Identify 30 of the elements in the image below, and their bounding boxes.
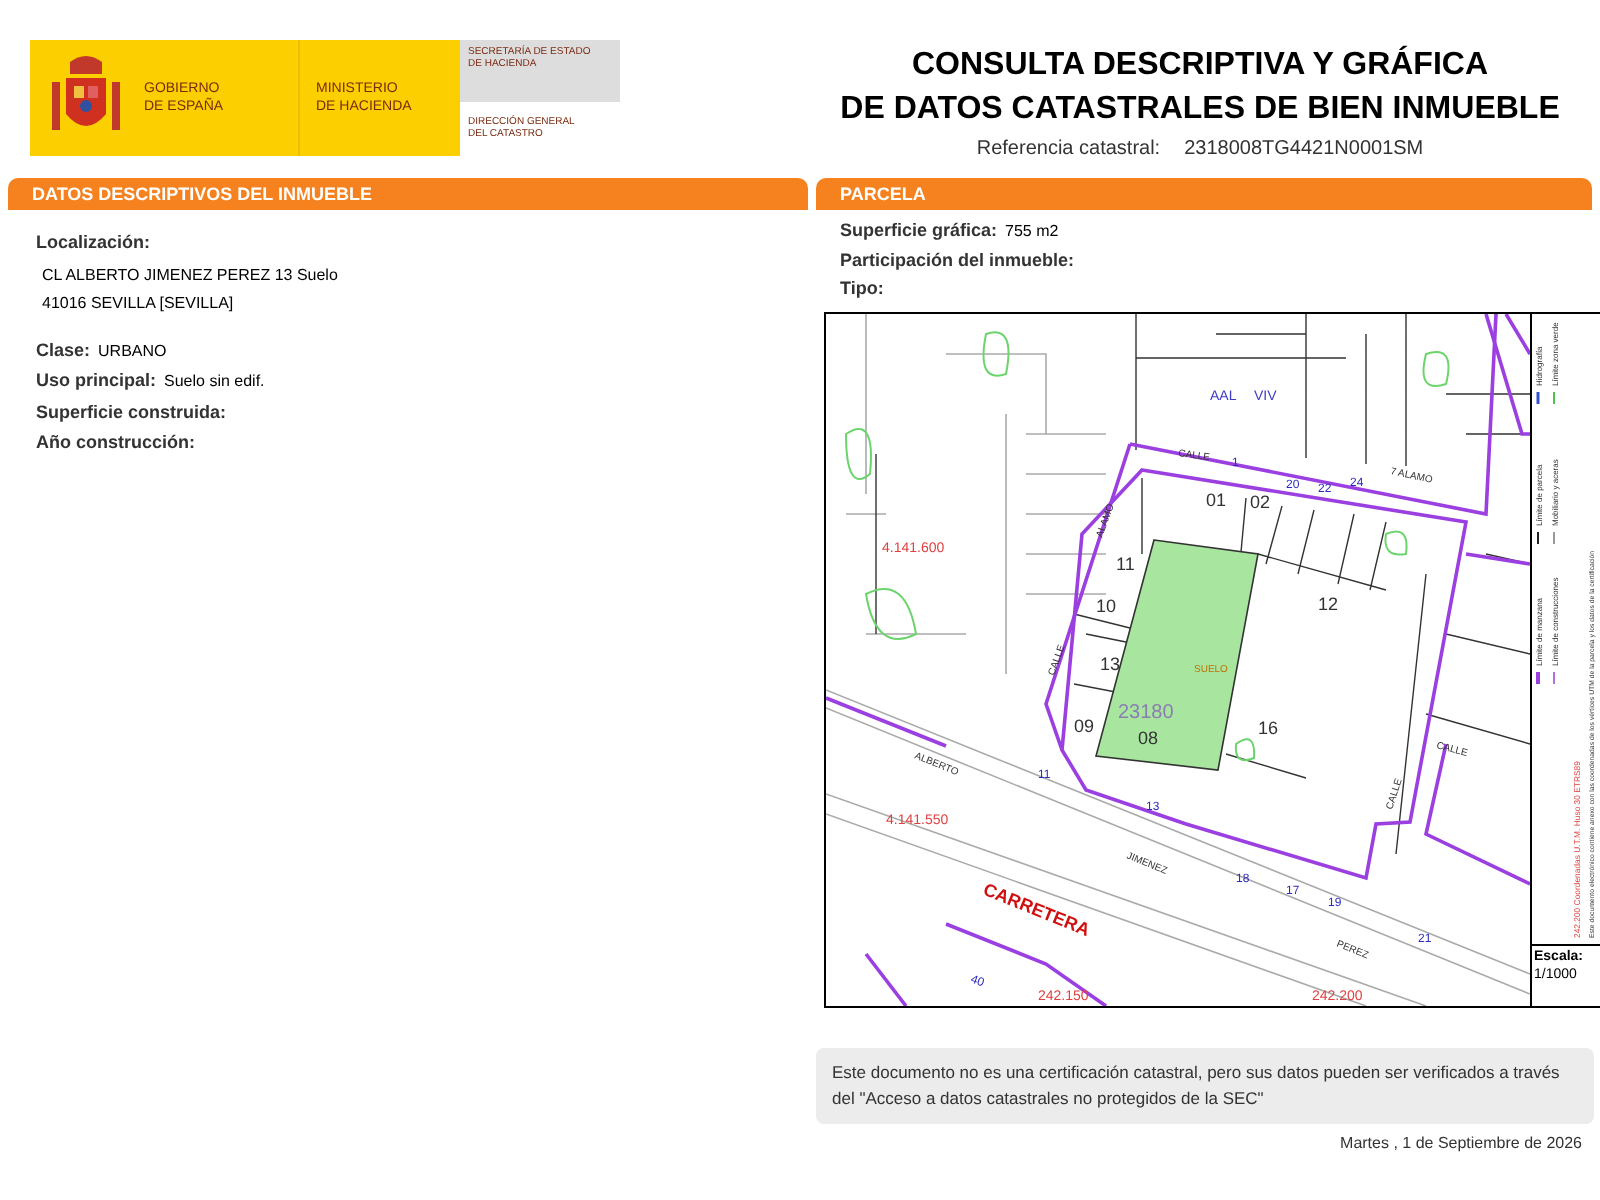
field-value: Suelo sin edif. — [164, 370, 265, 394]
field-label: Año construcción: — [36, 430, 196, 456]
notice-box: Este documento no es una certificación catastral, pero sus datos pueden ser verificados a través del "Acceso a datos catastrales no protegidos de la SEC" — [816, 1048, 1594, 1124]
field-label: Tipo: — [840, 276, 884, 302]
map-label: 09 — [1074, 715, 1095, 735]
reference-label: Referencia catastral: — [976, 136, 1161, 164]
map-label: 11 — [1116, 553, 1135, 573]
address-text: CL ALBERTO JIMENEZ PEREZ 13 Suelo 41016 SEVILLA [SEVILLA] — [40, 263, 340, 316]
map-label: 02 — [1250, 491, 1271, 511]
field-value: 755 m2 — [1005, 220, 1059, 244]
field-value: URBANO — [98, 339, 167, 363]
map-label: 12 — [1318, 593, 1339, 613]
field-label: Localización: — [36, 230, 153, 256]
map-label: 23180 — [1118, 701, 1174, 723]
map-label: 08 — [1138, 727, 1159, 747]
map-label: 16 — [1258, 717, 1279, 737]
map-label: 01 — [1206, 489, 1227, 509]
date-text: Martes , 1 de Septiembre de 2026 — [1338, 1132, 1584, 1156]
section-header: DATOS DESCRIPTIVOS DEL INMUEBLE — [8, 178, 808, 210]
section-header: PARCELA — [816, 178, 1592, 210]
block-boundary-line — [826, 695, 947, 747]
field-label: Clase: — [36, 337, 91, 363]
field-label: Superficie construida: — [36, 399, 227, 426]
reference-value: 2318008TG4421N0001SM — [1184, 136, 1424, 164]
map-label: 13 — [1100, 653, 1121, 673]
field-label: Superficie gráfica: — [840, 218, 998, 244]
field-label: Uso principal: — [36, 368, 157, 394]
field-label: Participación del inmueble: — [840, 247, 1075, 274]
map-label: 10 — [1096, 595, 1117, 615]
document-title: CONSULTA DESCRIPTIVA Y GRÁFICA DE DATOS CATASTRALES DE BIEN INMUEBLE — [840, 44, 1560, 130]
